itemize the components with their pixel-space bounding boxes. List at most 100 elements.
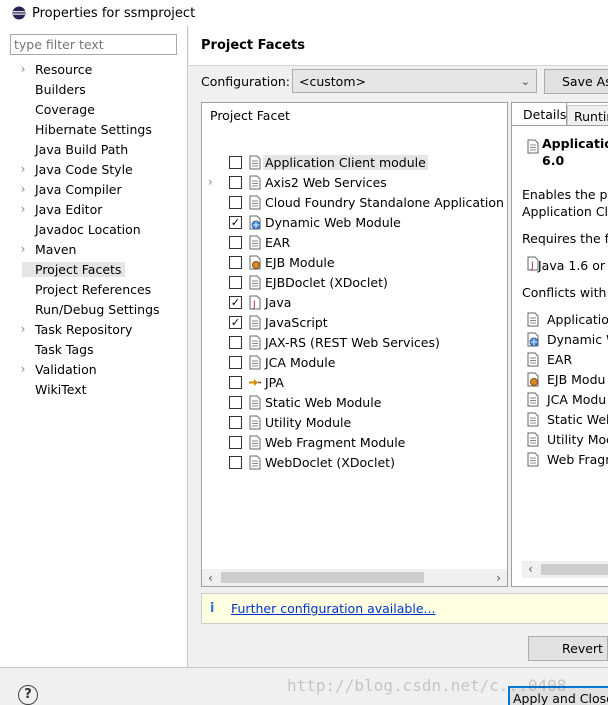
- facet-checkbox[interactable]: [229, 176, 242, 189]
- conflict-item: EJB Modu: [547, 372, 606, 387]
- module-file-icon: [248, 435, 262, 450]
- sidebar-item-javadoc-location[interactable]: Javadoc Location: [4, 219, 184, 239]
- sidebar-item-java-build-path[interactable]: Java Build Path: [4, 139, 184, 159]
- scrollbar-thumb[interactable]: [221, 572, 424, 583]
- facet-checkbox[interactable]: [229, 256, 242, 269]
- facet-row[interactable]: JAX-RS (REST Web Services): [202, 332, 507, 352]
- module-file-icon: [248, 455, 262, 470]
- facet-row[interactable]: Web Fragment Module: [202, 432, 507, 452]
- facet-row[interactable]: Utility Module: [202, 412, 507, 432]
- module-file-icon: [248, 155, 262, 170]
- sidebar-item-java-code-style[interactable]: › Java Code Style: [4, 159, 184, 179]
- save-as-button[interactable]: Save As: [544, 69, 608, 94]
- sidebar-item-validation[interactable]: › Validation: [4, 359, 184, 379]
- module-file-icon: [526, 312, 540, 327]
- module-file-icon: [248, 335, 262, 350]
- scroll-left-icon[interactable]: ‹: [522, 562, 539, 576]
- facet-row[interactable]: WebDoclet (XDoclet): [202, 452, 507, 472]
- facet-checkbox[interactable]: [229, 456, 242, 469]
- sidebar-item-label: Project References: [35, 281, 152, 297]
- module-file-icon: [248, 275, 262, 290]
- facet-name: Static Web Module: [265, 394, 382, 410]
- sidebar-item-java-compiler[interactable]: › Java Compiler: [4, 179, 184, 199]
- facet-checkbox[interactable]: ✓: [229, 296, 242, 309]
- facet-row[interactable]: JCA Module: [202, 352, 507, 372]
- sidebar-item-task-repository[interactable]: › Task Repository: [4, 319, 184, 339]
- facet-checkbox[interactable]: [229, 436, 242, 449]
- facet-checkbox[interactable]: ✓: [229, 316, 242, 329]
- tab-details[interactable]: Details: [512, 103, 567, 126]
- facet-checkbox[interactable]: [229, 396, 242, 409]
- configuration-select[interactable]: <custom> ⌄: [292, 69, 537, 93]
- sidebar-item-task-tags[interactable]: Task Tags: [4, 339, 184, 359]
- tab-runtimes[interactable]: Runtim: [567, 105, 608, 126]
- sidebar-item-project-facets[interactable]: Project Facets: [4, 259, 184, 279]
- scroll-right-icon[interactable]: ›: [490, 571, 507, 585]
- facet-row[interactable]: EJBDoclet (XDoclet): [202, 272, 507, 292]
- configuration-label: Configuration:: [201, 74, 290, 89]
- conflict-item: Web Fragm: [547, 452, 608, 467]
- sidebar-item-hibernate-settings[interactable]: Hibernate Settings: [4, 119, 184, 139]
- module-file-icon: [526, 432, 540, 447]
- filter-input[interactable]: [10, 34, 177, 55]
- revert-button[interactable]: Revert: [528, 636, 608, 661]
- chevron-right-icon[interactable]: ›: [208, 175, 218, 189]
- module-file-icon: [526, 392, 540, 407]
- sidebar-item-resource[interactable]: › Resource: [4, 59, 184, 79]
- facet-row[interactable]: JPA: [202, 372, 507, 392]
- facet-checkbox[interactable]: [229, 236, 242, 249]
- facet-checkbox[interactable]: ✓: [229, 216, 242, 229]
- facet-checkbox[interactable]: [229, 416, 242, 429]
- facet-checkbox[interactable]: [229, 196, 242, 209]
- facet-horizontal-scrollbar[interactable]: ‹ ›: [202, 569, 507, 586]
- sidebar-item-builders[interactable]: Builders: [4, 79, 184, 99]
- sidebar-item-label: Validation: [35, 361, 97, 377]
- facet-row[interactable]: ✓ Dynamic Web Module: [202, 212, 507, 232]
- sidebar-item-label: Hibernate Settings: [35, 121, 152, 137]
- window-title: Properties for ssmproject: [32, 5, 196, 21]
- module-file-icon: [526, 412, 540, 427]
- sidebar-item-label: Java Build Path: [35, 141, 129, 157]
- facet-row[interactable]: EJB Module: [202, 252, 507, 272]
- facet-checkbox[interactable]: [229, 376, 242, 389]
- module-file-icon: [248, 415, 262, 430]
- facet-checkbox[interactable]: [229, 336, 242, 349]
- sidebar-item-wikitext[interactable]: WikiText: [4, 379, 184, 399]
- module-file-icon: [248, 235, 262, 250]
- facet-row[interactable]: ✓ J Java: [202, 292, 507, 312]
- facet-row[interactable]: Static Web Module: [202, 392, 507, 412]
- sidebar-item-label: Task Tags: [35, 341, 94, 357]
- scrollbar-thumb[interactable]: [541, 564, 608, 575]
- sidebar-item-java-editor[interactable]: › Java Editor: [4, 199, 184, 219]
- info-bar: i Further configuration available...: [201, 593, 608, 624]
- web-module-icon: [526, 332, 540, 347]
- facet-name: EAR: [265, 234, 291, 250]
- facet-name: Java: [265, 294, 292, 310]
- facet-list: Project Facet Application Client module ›…: [201, 102, 508, 587]
- facet-checkbox[interactable]: [229, 276, 242, 289]
- facet-checkbox[interactable]: [229, 356, 242, 369]
- facet-row[interactable]: › Axis2 Web Services: [202, 172, 507, 192]
- configuration-value: <custom>: [299, 73, 366, 89]
- details-description: Enables the pro Application Clie: [522, 187, 608, 219]
- facet-row[interactable]: ✓ JavaScript: [202, 312, 507, 332]
- sidebar-item-maven[interactable]: › Maven: [4, 239, 184, 259]
- sidebar-item-label: Task Repository: [35, 321, 133, 337]
- requires-label: Requires the fo: [522, 231, 608, 246]
- facet-row[interactable]: EAR: [202, 232, 507, 252]
- facet-row[interactable]: Application Client module: [202, 152, 507, 172]
- further-configuration-link[interactable]: Further configuration available...: [231, 601, 435, 616]
- sidebar-item-project-references[interactable]: Project References: [4, 279, 184, 299]
- sidebar-item-label: Coverage: [35, 101, 95, 117]
- help-icon[interactable]: ?: [18, 685, 38, 705]
- sidebar-item-label: Resource: [35, 61, 93, 77]
- svg-text:J: J: [252, 300, 256, 310]
- facet-row[interactable]: Cloud Foundry Standalone Application: [202, 192, 507, 212]
- facet-name: Web Fragment Module: [265, 434, 406, 450]
- facet-name: JavaScript: [265, 314, 328, 330]
- details-horizontal-scrollbar[interactable]: ‹: [522, 561, 608, 578]
- sidebar-item-run-debug-settings[interactable]: Run/Debug Settings: [4, 299, 184, 319]
- sidebar-item-coverage[interactable]: Coverage: [4, 99, 184, 119]
- scroll-left-icon[interactable]: ‹: [202, 571, 219, 585]
- facet-checkbox[interactable]: [229, 156, 242, 169]
